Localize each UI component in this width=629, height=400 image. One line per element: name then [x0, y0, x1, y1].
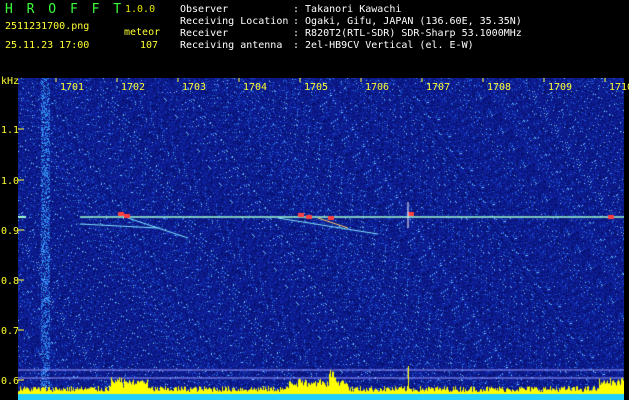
app-logo: H R O F F T — [5, 2, 125, 17]
y-tick-label: 0.9 — [1, 226, 19, 237]
file-name: 2511231700.png — [5, 21, 90, 32]
hrofft-window: H R O F F T 1.0.0 2511231700.png meteor … — [0, 0, 629, 400]
app-version: 1.0.0 — [125, 4, 156, 15]
location-value: : Ogaki, Gifu, JAPAN (136.60E, 35.35N) — [293, 16, 522, 27]
antenna-label: Receiving antenna — [180, 40, 283, 51]
meteor-label: meteor — [124, 27, 161, 38]
meteor-count: 107 — [140, 40, 159, 51]
spectrogram — [18, 78, 624, 400]
location-label: Receiving Location — [180, 16, 289, 27]
y-tick-label: 1.0 — [1, 176, 19, 187]
datetime: 25.11.23 17:00 — [5, 40, 90, 51]
y-tick-label: 0.7 — [1, 326, 19, 337]
antenna-value: : 2el-HB9CV Vertical (el. E-W) — [293, 40, 474, 51]
receiver-value: : R820T2(RTL-SDR) SDR-Sharp 53.1000MHz — [293, 28, 522, 39]
y-tick-label: 0.6 — [1, 376, 19, 387]
y-tick-label: 1.1 — [1, 125, 19, 136]
observer-value: : Takanori Kawachi — [293, 4, 402, 15]
y-tick-label: 0.8 — [1, 276, 19, 287]
receiver-label: Receiver — [180, 28, 229, 39]
observer-label: Observer — [180, 4, 229, 15]
y-unit-label: kHz — [1, 76, 19, 87]
